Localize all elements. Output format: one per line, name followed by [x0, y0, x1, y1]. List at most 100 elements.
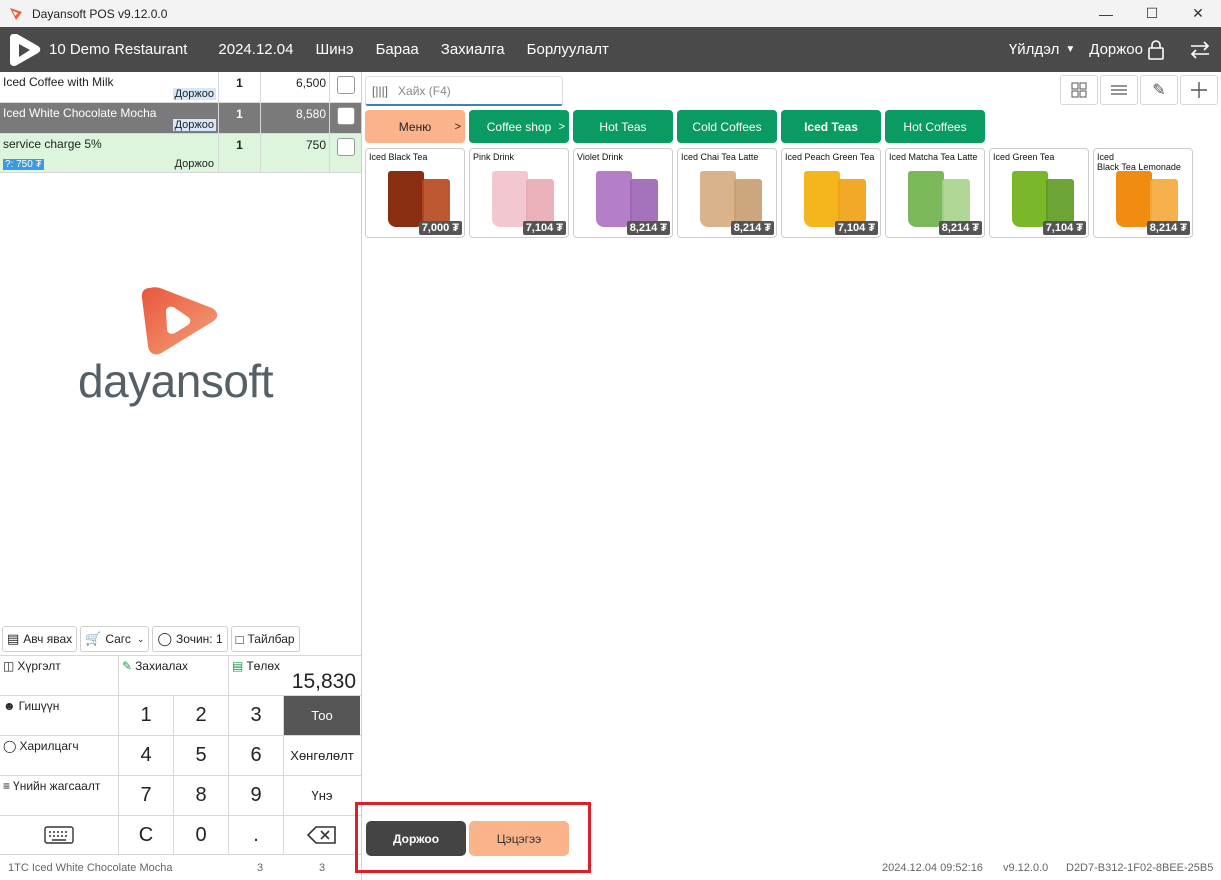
order-row[interactable]: Iced Coffee with Milk Доржоо 1 6,500 — [0, 72, 361, 103]
keyboard-button[interactable] — [0, 816, 119, 854]
search-box[interactable]: [|||] Хайх (F4) — [365, 76, 563, 106]
product-name: Iced Black Tea — [369, 152, 428, 162]
lock-icon — [1148, 39, 1164, 60]
product-card[interactable]: Pink Drink 7,104 ₮ — [469, 148, 569, 238]
key-1[interactable]: 1 — [119, 696, 174, 735]
product-price: 7,000 ₮ — [418, 221, 462, 235]
key-6[interactable]: 6 — [229, 736, 284, 775]
search-placeholder: Хайх (F4) — [398, 83, 451, 98]
order-item-name: service charge 5% — [3, 137, 102, 151]
cart-dropdown[interactable]: 🛒 Сагс ⌄ — [80, 626, 150, 652]
key-5[interactable]: 5 — [174, 736, 229, 775]
chevron-down-icon: ▼ — [1065, 44, 1076, 55]
price-button[interactable]: Үнэ — [284, 776, 360, 815]
key-3[interactable]: 3 — [229, 696, 284, 735]
product-image — [630, 179, 658, 227]
edit-button[interactable]: ✎ — [1140, 75, 1178, 105]
category-menu[interactable]: Меню > — [365, 110, 465, 143]
lock-user-label: Доржоо — [1089, 41, 1143, 58]
key-clear[interactable]: C — [119, 816, 174, 854]
category-label: Cold Coffees — [692, 119, 762, 134]
date-label[interactable]: 2024.12.04 — [218, 41, 293, 58]
nav-products[interactable]: Бараа — [376, 41, 419, 58]
customer-button[interactable]: ◯ Харилцагч — [0, 736, 119, 775]
nav-sales[interactable]: Борлуулалт — [527, 41, 609, 58]
plus-icon — [1191, 82, 1207, 98]
lock-button[interactable]: Доржоо — [1089, 39, 1165, 60]
note-button[interactable]: □ Тайлбар — [230, 626, 300, 652]
key-0[interactable]: 0 — [174, 816, 229, 854]
maximize-button[interactable]: ☐ — [1129, 0, 1175, 27]
order-row[interactable]: Iced White Chocolate Mocha Доржоо 1 8,58… — [0, 103, 361, 134]
order-item-qty[interactable]: 1 — [219, 103, 261, 133]
product-card[interactable]: Iced Black Tea Lemonade 8,214 ₮ — [1093, 148, 1193, 238]
minimize-button[interactable]: — — [1083, 0, 1129, 27]
category-coffee-shop[interactable]: Coffee shop > — [469, 110, 569, 143]
order-button[interactable]: ✎ Захиалах — [119, 656, 229, 695]
delivery-button[interactable]: ◫ Хүргэлт — [0, 656, 119, 695]
pay-label: Төлөх — [246, 659, 281, 673]
product-card[interactable]: Violet Drink 8,214 ₮ — [573, 148, 673, 238]
list-icon — [1111, 85, 1127, 95]
discount-button[interactable]: Хөнгөлөлт — [284, 736, 360, 775]
product-price: 7,104 ₮ — [834, 221, 878, 235]
takeaway-button[interactable]: ▤ Авч явах — [2, 626, 78, 652]
order-row[interactable]: service charge 5% ?: 750 ₮ Доржоо 1 750 — [0, 134, 361, 173]
category-hot-coffees[interactable]: Hot Coffees — [885, 110, 985, 143]
product-price: 7,104 ₮ — [1042, 221, 1086, 235]
category-label: Iced Teas — [804, 119, 858, 134]
order-status: Шинэ — [315, 41, 354, 58]
guests-button[interactable]: ◯ Зочин: 1 — [152, 626, 228, 652]
grid-view-button[interactable] — [1060, 75, 1098, 105]
pay-button[interactable]: ▤ Төлөх 15,830 — [229, 656, 361, 695]
key-4[interactable]: 4 — [119, 736, 174, 775]
restaurant-name[interactable]: 10 Demo Restaurant — [49, 41, 187, 58]
pencil-icon: ✎ — [122, 659, 133, 673]
product-card[interactable]: Iced Chai Tea Latte 8,214 ₮ — [677, 148, 777, 238]
waiter-tsetsegee-button[interactable]: Цэцэгээ — [469, 821, 569, 856]
key-2[interactable]: 2 — [174, 696, 229, 735]
product-card[interactable]: Iced Peach Green Tea 7,104 ₮ — [781, 148, 881, 238]
product-image — [492, 171, 528, 227]
key-dot[interactable]: . — [229, 816, 284, 854]
product-price: 8,214 ₮ — [1146, 221, 1190, 235]
operations-label: Үйлдэл — [1008, 41, 1060, 58]
category-bar: Меню > Coffee shop > Hot Teas Cold Coffe… — [365, 110, 989, 143]
category-label: Hot Teas — [599, 119, 647, 134]
key-7[interactable]: 7 — [119, 776, 174, 815]
nav-orders[interactable]: Захиалга — [441, 41, 505, 58]
switch-icon[interactable] — [1189, 40, 1211, 59]
order-item-checkbox[interactable] — [336, 107, 355, 125]
price-list-button[interactable]: ≡ Үнийн жагсаалт — [0, 776, 119, 815]
backspace-button[interactable] — [284, 816, 360, 854]
product-price: 8,214 ₮ — [938, 221, 982, 235]
status-device: D2D7-B312-1F02-8BEE-25B5 — [1066, 862, 1214, 874]
operations-menu[interactable]: Үйлдэл ▼ — [1009, 41, 1075, 58]
category-hot-teas[interactable]: Hot Teas — [573, 110, 673, 143]
logo-icon — [10, 33, 41, 66]
product-card[interactable]: Iced Matcha Tea Latte 8,214 ₮ — [885, 148, 985, 238]
order-item-checkbox[interactable] — [336, 76, 355, 94]
product-name: Violet Drink — [577, 152, 623, 162]
close-button[interactable]: ✕ — [1175, 0, 1221, 27]
waiter-dorjoo-button[interactable]: Доржоо — [366, 821, 466, 856]
member-button[interactable]: ☻ Гишүүн — [0, 696, 119, 735]
category-label: Coffee shop — [486, 119, 552, 134]
category-iced-teas[interactable]: Iced Teas — [781, 110, 881, 143]
qty-mode-button[interactable]: Тоо — [284, 696, 360, 735]
status-count-1: 3 — [257, 862, 264, 874]
order-item-qty[interactable]: 1 — [219, 72, 261, 102]
dayansoft-logo: dayansoft — [78, 284, 288, 414]
key-8[interactable]: 8 — [174, 776, 229, 815]
order-item-checkbox[interactable] — [336, 138, 355, 156]
category-cold-coffees[interactable]: Cold Coffees — [677, 110, 777, 143]
window-title: Dayansoft POS v9.12.0.0 — [32, 6, 168, 21]
list-view-button[interactable] — [1100, 75, 1138, 105]
product-card[interactable]: Iced Black Tea 7,000 ₮ — [365, 148, 465, 238]
cart-icon: 🛒 — [85, 631, 102, 646]
product-card[interactable]: Iced Green Tea 7,104 ₮ — [989, 148, 1089, 238]
order-item-qty[interactable]: 1 — [219, 134, 261, 172]
product-image — [942, 179, 970, 227]
add-button[interactable] — [1180, 75, 1218, 105]
key-9[interactable]: 9 — [229, 776, 284, 815]
